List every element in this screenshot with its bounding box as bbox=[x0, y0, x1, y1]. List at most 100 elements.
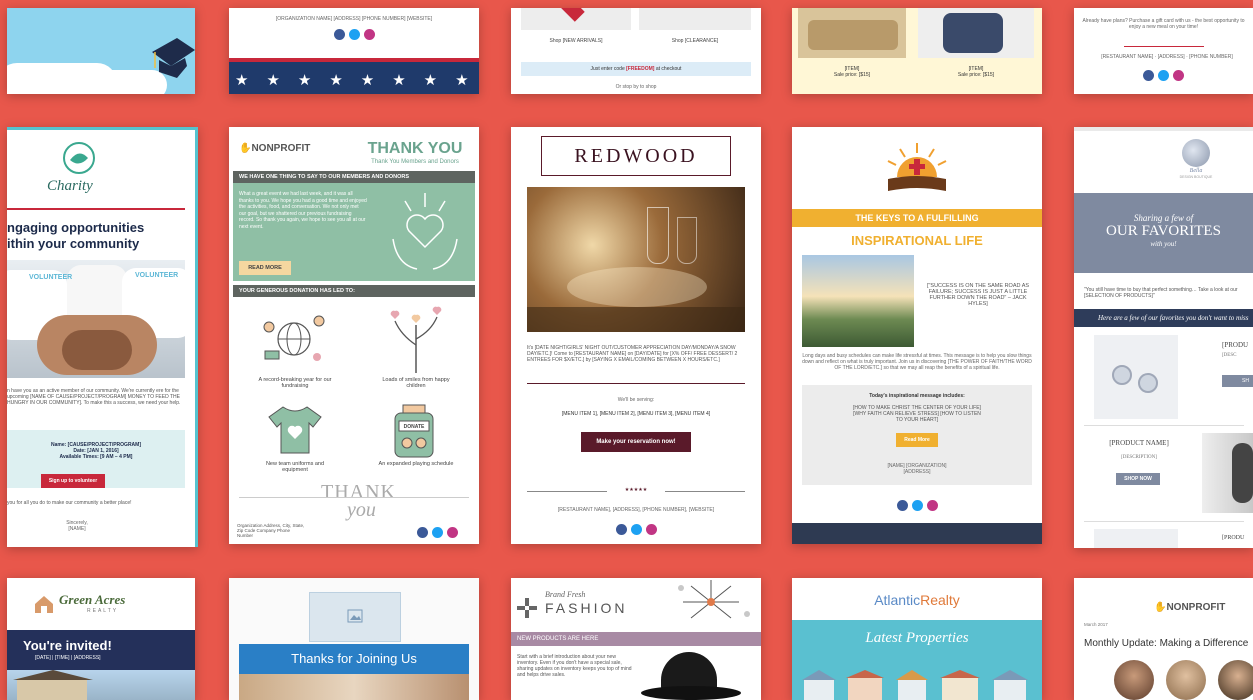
product-name-1: [PRODU bbox=[1222, 341, 1249, 349]
facebook-icon[interactable] bbox=[1143, 70, 1154, 81]
promo-code-box: Just enter code [FREEDOM] at checkout bbox=[521, 62, 751, 76]
decorative-stars: ★★★★★ bbox=[624, 487, 648, 493]
logo-text: NONPROFIT bbox=[251, 143, 311, 154]
instagram-icon[interactable] bbox=[645, 524, 657, 535]
social-links bbox=[792, 500, 1042, 511]
twitter-icon[interactable] bbox=[348, 29, 360, 40]
template-card-nonprofit-update[interactable]: ✋NONPROFIT March 2017 Monthly Update: Ma… bbox=[1074, 578, 1253, 700]
social-links bbox=[1074, 70, 1253, 81]
twitter-icon[interactable] bbox=[630, 524, 642, 535]
instagram-icon[interactable] bbox=[363, 29, 375, 40]
invite-banner: You're invited! [DATE] | [TIME] | [ADDRE… bbox=[7, 630, 195, 670]
result-3: New team uniforms and equipment bbox=[265, 461, 325, 473]
shop-button-1[interactable]: SH bbox=[1222, 375, 1253, 387]
item-price-1: Sale price: [$15] bbox=[833, 72, 871, 78]
template-card-sale[interactable]: Shop [NEW ARRIVALS] Shop [CLEARANCE] Jus… bbox=[511, 8, 761, 94]
mountain-photo bbox=[802, 255, 914, 347]
divider bbox=[1084, 425, 1244, 426]
volunteer-button[interactable]: Sign up to volunteer bbox=[41, 474, 105, 488]
template-card-atlantic-realty[interactable]: AtlanticRealty Latest Properties bbox=[792, 578, 1042, 700]
hands-icon: ✋ bbox=[1154, 602, 1167, 613]
thank-you-title: THANK YOU bbox=[367, 140, 463, 157]
update-date: March 2017 bbox=[1084, 622, 1108, 627]
code-suffix: at checkout bbox=[654, 66, 682, 72]
favorites-banner: Sharing a few of OUR FAVORITES with you! bbox=[1074, 193, 1253, 273]
instagram-icon[interactable] bbox=[1173, 70, 1184, 81]
boutique-brand-sub: DESIGN BOUTIQUE bbox=[1179, 175, 1213, 179]
result-1: A record-breaking year for our fundraisi… bbox=[258, 377, 332, 389]
read-more-button[interactable]: READ MORE bbox=[239, 261, 291, 275]
shop-button-2[interactable]: SHOP NOW bbox=[1116, 473, 1160, 485]
reservation-button[interactable]: Make your reservation now! bbox=[581, 432, 691, 452]
message-heading: Today's inspirational message includes: bbox=[869, 393, 965, 399]
instagram-icon[interactable] bbox=[447, 527, 458, 538]
intro-text: "You still have time to buy that perfect… bbox=[1084, 287, 1238, 299]
properties-banner: Latest Properties bbox=[792, 620, 1042, 700]
footer-text: [RESTAURANT NAME], [ADDRESS], [PHONE NUM… bbox=[557, 507, 715, 513]
instagram-icon[interactable] bbox=[926, 500, 938, 511]
template-card-restaurant-gift[interactable]: Already have plans? Purchase a gift card… bbox=[1074, 8, 1253, 94]
thank-you-subtitle: Thank You Members and Donors bbox=[371, 159, 459, 165]
update-title: Monthly Update: Making a Difference bbox=[1084, 638, 1249, 649]
twitter-icon[interactable] bbox=[432, 527, 443, 538]
promo-body: It's [DATE NIGHT/GIRLS' NIGHT OUT/CUSTOM… bbox=[527, 345, 738, 363]
nonprofit-logo: ✋NONPROFIT bbox=[239, 143, 310, 154]
divider bbox=[7, 208, 185, 210]
headline: ngaging opportunities ithin your communi… bbox=[7, 220, 144, 252]
fashion-body: Start with a brief introduction about yo… bbox=[517, 654, 632, 678]
template-card-boutique[interactable]: Bella DESIGN BOUTIQUE Sharing a few of O… bbox=[1074, 127, 1253, 548]
template-card-graduation[interactable] bbox=[7, 8, 195, 94]
footer-text: [RESTAURANT NAME] · [ADDRESS] · [PHONE N… bbox=[1101, 54, 1233, 60]
product-photo bbox=[1094, 529, 1178, 548]
product-desc-2: [DESCRIPTION] bbox=[1121, 455, 1157, 460]
invite-title: You're invited! bbox=[23, 638, 112, 653]
portrait-photo bbox=[1166, 660, 1206, 700]
heart-hands-icon bbox=[383, 189, 467, 275]
twitter-icon[interactable] bbox=[911, 500, 923, 511]
template-card-thanks-joining[interactable]: Thanks for Joining Us bbox=[229, 578, 479, 700]
properties-title: Latest Properties bbox=[865, 630, 969, 646]
hat-photo bbox=[639, 652, 759, 700]
template-card-charity[interactable]: Charity ngaging opportunities ithin your… bbox=[7, 127, 198, 547]
stars-banner: ★★★★★★★★★ bbox=[229, 58, 479, 94]
brand-title: REDWOOD bbox=[541, 136, 731, 176]
shop-link-2[interactable]: Shop [CLEARANCE] bbox=[639, 38, 751, 44]
banner-line-3: with you! bbox=[1150, 240, 1177, 248]
facebook-icon[interactable] bbox=[417, 527, 428, 538]
template-card-redwood[interactable]: REDWOOD It's [DATE NIGHT/GIRLS' NIGHT OU… bbox=[511, 127, 761, 544]
divider bbox=[665, 491, 745, 492]
boutique-logo-icon bbox=[1182, 139, 1210, 167]
template-card-fashion[interactable]: Brand Fresh FASHION NEW PRODUCTS ARE HER… bbox=[511, 578, 761, 700]
divider bbox=[1084, 521, 1244, 522]
product-name-3: [PRODU bbox=[1222, 535, 1245, 541]
new-products-bar: NEW PRODUCTS ARE HERE bbox=[511, 632, 761, 646]
product-image bbox=[521, 8, 631, 30]
facebook-icon[interactable] bbox=[615, 524, 627, 535]
graduation-cap-icon bbox=[147, 30, 195, 80]
donate-label: DONATE bbox=[403, 424, 425, 430]
product-image bbox=[639, 8, 751, 30]
earrings-photo bbox=[1094, 335, 1178, 419]
message-list: [HOW TO MAKE CHRIST THE CENTER OF YOUR L… bbox=[853, 405, 981, 423]
charity-logo-text: Charity bbox=[47, 178, 93, 194]
shop-link-1[interactable]: Shop [NEW ARRIVALS] bbox=[521, 38, 631, 44]
facebook-icon[interactable] bbox=[333, 29, 345, 40]
template-card-store[interactable]: [ITEM] Sale price: [$15] [ITEM] Sale pri… bbox=[792, 8, 1042, 94]
thanks-banner: Thanks for Joining Us bbox=[239, 644, 469, 674]
divider bbox=[527, 491, 607, 492]
facebook-icon[interactable] bbox=[896, 500, 908, 511]
favorites-strip: Here are a few of our favorites you don'… bbox=[1074, 309, 1253, 327]
gift-card-text: Already have plans? Purchase a gift card… bbox=[1082, 18, 1245, 30]
template-card-inspirational[interactable]: THE KEYS TO A FULFILLING INSPIRATIONAL L… bbox=[792, 127, 1042, 544]
template-card-nonprofit-thanks[interactable]: ✋NONPROFIT THANK YOU Thank You Members a… bbox=[229, 127, 479, 544]
twitter-icon[interactable] bbox=[1158, 70, 1169, 81]
menu-items: [MENU ITEM 1], [MENU ITEM 2], [MENU ITEM… bbox=[561, 411, 711, 417]
nonprofit-logo: ✋NONPROFIT bbox=[1154, 602, 1225, 613]
read-more-button[interactable]: Read More bbox=[896, 433, 938, 447]
dining-photo bbox=[527, 187, 745, 332]
tree-hearts-icon bbox=[381, 305, 451, 375]
template-card-green-acres[interactable]: Green Acres REALTY You're invited! [DATE… bbox=[7, 578, 195, 700]
fashion-brand: Brand Fresh bbox=[545, 590, 586, 599]
template-card-patriotic[interactable]: [ORGANIZATION NAME] [ADDRESS] [PHONE NUM… bbox=[229, 8, 479, 94]
image-placeholder-icon bbox=[309, 592, 401, 642]
